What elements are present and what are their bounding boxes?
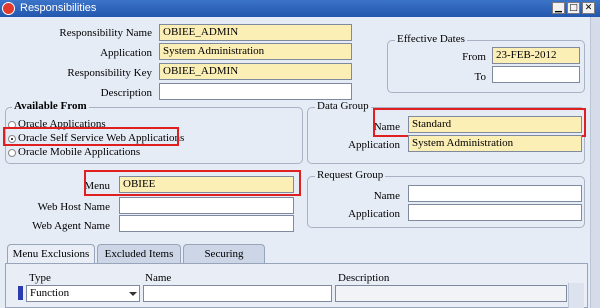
application-field[interactable]: System Administration <box>159 43 352 60</box>
row-indicator[interactable] <box>18 286 23 300</box>
request-group-application-field[interactable] <box>408 204 582 221</box>
column-header-name: Name <box>145 272 172 284</box>
column-header-type: Type <box>29 272 51 284</box>
request-group-name-label: Name <box>373 190 400 202</box>
close-button[interactable]: ✕ <box>582 2 595 14</box>
type-dropdown-value: Function <box>30 287 70 299</box>
web-agent-name-field[interactable] <box>119 215 294 232</box>
application-label: Application <box>100 47 152 59</box>
radio-oracle-mobile-label: Oracle Mobile Applications <box>18 146 141 158</box>
tab-excluded-items[interactable]: Excluded Items <box>97 244 181 264</box>
tab-menu-exclusions[interactable]: Menu Exclusions <box>7 244 95 264</box>
responsibility-key-label: Responsibility Key <box>67 67 152 79</box>
highlight-menu <box>84 170 301 196</box>
data-group-application-label: Application <box>348 139 400 151</box>
radio-oracle-mobile[interactable] <box>8 149 16 157</box>
responsibility-name-field[interactable]: OBIEE_ADMIN <box>159 24 352 41</box>
chevron-down-icon <box>129 292 137 296</box>
maximize-button[interactable]: □ <box>567 2 580 14</box>
table-scrollbar[interactable] <box>568 283 584 308</box>
responsibility-name-label: Responsibility Name <box>59 27 152 39</box>
exclusion-description-field <box>335 285 567 302</box>
minimize-button[interactable]: ▁ <box>552 2 565 14</box>
data-group-application-field[interactable]: System Administration <box>408 135 582 152</box>
window-title-bar: Responsibilities ▁ □ ✕ <box>0 0 600 17</box>
highlight-self-service <box>3 127 179 146</box>
request-group-title: Request Group <box>315 169 386 181</box>
available-from-title: Available From <box>12 100 89 112</box>
responsibility-key-field[interactable]: OBIEE_ADMIN <box>159 63 352 80</box>
type-dropdown[interactable]: Function <box>26 285 140 302</box>
column-header-description: Description <box>338 272 390 284</box>
description-field[interactable] <box>159 83 352 100</box>
to-date-field[interactable] <box>492 66 580 83</box>
request-group-application-label: Application <box>348 208 400 220</box>
effective-dates-title: Effective Dates <box>395 33 467 45</box>
data-group-title: Data Group <box>315 100 371 112</box>
web-host-name-field[interactable] <box>119 197 294 214</box>
from-date-field[interactable]: 23-FEB-2012 <box>492 47 580 64</box>
highlight-data-group-name <box>373 108 586 137</box>
description-label: Description <box>100 87 152 99</box>
to-label: To <box>474 71 486 83</box>
web-host-name-label: Web Host Name <box>37 201 110 213</box>
request-group-name-field[interactable] <box>408 185 582 202</box>
window-right-edge <box>590 17 600 308</box>
web-agent-name-label: Web Agent Name <box>32 220 110 232</box>
oracle-app-icon <box>2 2 15 15</box>
exclusion-name-field[interactable] <box>143 285 332 302</box>
from-label: From <box>462 51 486 63</box>
window-title: Responsibilities <box>20 2 97 14</box>
tab-securing-attributes[interactable]: Securing Attributes <box>183 244 265 278</box>
